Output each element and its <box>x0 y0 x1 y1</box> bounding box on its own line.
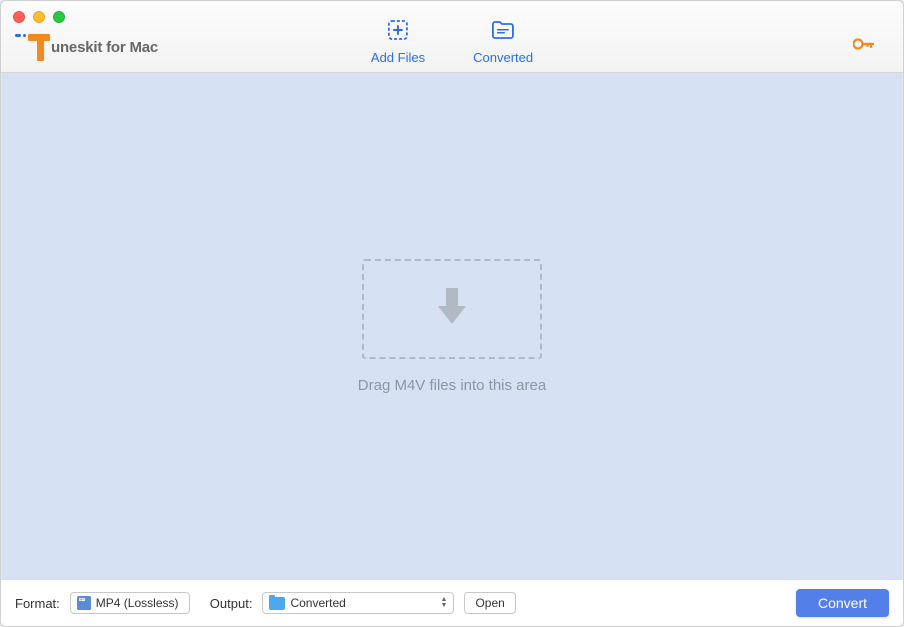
bottom-bar: Format: MP4 MP4 (Lossless) Output: Conve… <box>1 579 903 626</box>
app-logo: uneskit for Mac <box>15 31 158 63</box>
output-value: Converted <box>290 596 345 610</box>
app-window: uneskit for Mac Add Files <box>0 0 904 627</box>
format-select[interactable]: MP4 MP4 (Lossless) <box>70 592 190 614</box>
dropdown-arrows-icon: ▲ ▼ <box>441 597 448 609</box>
convert-label: Convert <box>818 595 867 611</box>
toolbar: Add Files Converted <box>371 19 533 65</box>
svg-text:MP4: MP4 <box>79 598 84 601</box>
window-controls <box>13 11 65 23</box>
close-window-button[interactable] <box>13 11 25 23</box>
maximize-window-button[interactable] <box>53 11 65 23</box>
add-files-label: Add Files <box>371 50 425 65</box>
minimize-window-button[interactable] <box>33 11 45 23</box>
drop-area[interactable]: Drag M4V files into this area <box>1 73 903 579</box>
app-name: uneskit for Mac <box>51 39 158 56</box>
open-label: Open <box>475 596 504 610</box>
mp4-format-icon: MP4 <box>77 596 91 610</box>
folder-icon <box>269 597 285 610</box>
download-arrow-icon <box>432 284 472 333</box>
open-button[interactable]: Open <box>464 592 515 614</box>
add-files-button[interactable]: Add Files <box>371 19 425 65</box>
drop-hint: Drag M4V files into this area <box>358 377 546 394</box>
output-select[interactable]: Converted ▲ ▼ <box>262 592 454 614</box>
output-label: Output: <box>210 596 253 611</box>
titlebar: uneskit for Mac Add Files <box>1 1 903 73</box>
logo-icon <box>15 31 51 63</box>
format-value: MP4 (Lossless) <box>96 596 179 610</box>
drop-box <box>362 259 542 359</box>
convert-button[interactable]: Convert <box>796 589 889 617</box>
add-files-icon <box>387 19 409 46</box>
folder-icon <box>491 19 515 46</box>
register-key-button[interactable] <box>853 37 875 56</box>
converted-label: Converted <box>473 50 533 65</box>
converted-button[interactable]: Converted <box>473 19 533 65</box>
format-label: Format: <box>15 596 60 611</box>
